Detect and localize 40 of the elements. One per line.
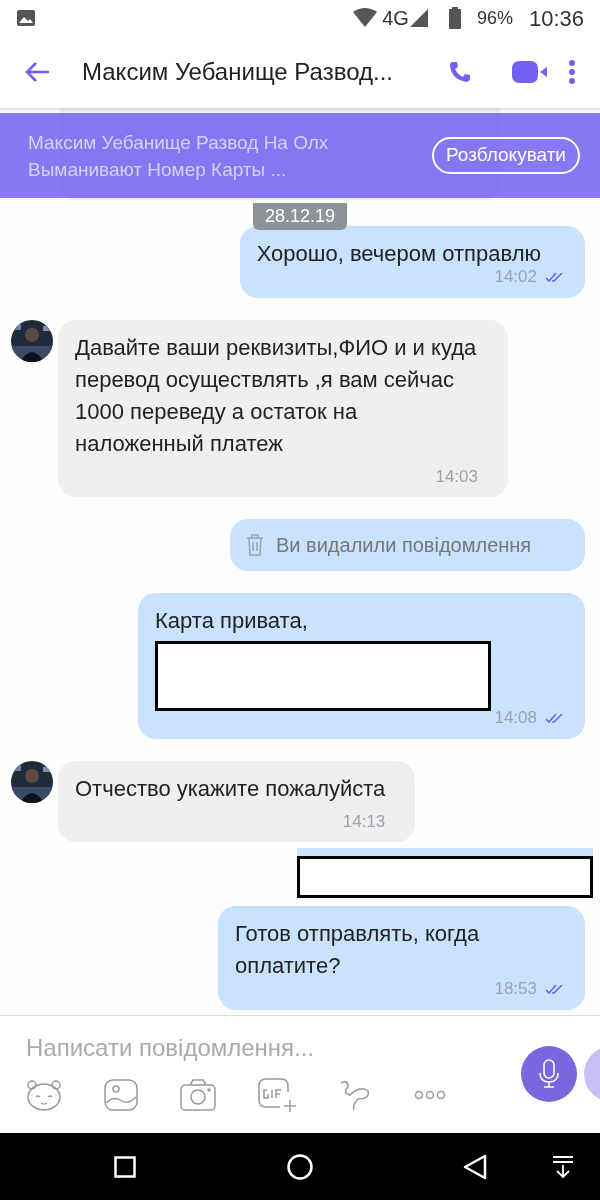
more-icon[interactable]	[414, 1090, 446, 1100]
picture-icon	[16, 8, 36, 28]
gif-icon[interactable]	[258, 1078, 296, 1112]
bear-sticker-icon[interactable]	[26, 1079, 62, 1111]
message-time: 14:02	[494, 266, 537, 288]
home-icon[interactable]	[287, 1153, 313, 1180]
message-text: Карта привата,	[155, 607, 309, 635]
clock: 10:36	[528, 4, 584, 33]
collapse-icon[interactable]	[552, 1154, 574, 1179]
phone-icon[interactable]	[448, 60, 472, 84]
message-time: 18:53	[494, 978, 537, 1000]
message-time: 14:03	[435, 465, 478, 488]
back-arrow-icon[interactable]	[24, 61, 50, 83]
more-options-icon[interactable]	[568, 59, 576, 85]
microphone-button[interactable]	[521, 1046, 577, 1102]
camera-icon[interactable]	[180, 1079, 216, 1111]
recent-apps-icon[interactable]	[114, 1155, 136, 1178]
wifi-icon	[352, 8, 379, 28]
message-text: Отчество укажите пожалуйста	[75, 774, 386, 803]
date-label: 28.12.19	[252, 203, 348, 230]
message-text: Давайте ваши реквизиты,ФИО и и куда перевод осуществлять ,я вам сейчас 1000 переведу а остаток на наложенный платеж	[75, 333, 478, 458]
deleted-message-text: Ви видалили повідомлення	[276, 533, 532, 558]
unblock-button[interactable]: Розблокувати	[432, 137, 580, 174]
doodle-icon[interactable]	[338, 1079, 372, 1111]
message-input[interactable]: Написати повідомлення...	[26, 1030, 506, 1066]
network-label: 4G	[382, 6, 409, 31]
message-text: Хорошо, вечером отправлю	[256, 240, 542, 268]
microphone-icon	[538, 1059, 560, 1089]
chat-title: Максим Уебанище Развод...	[82, 57, 393, 87]
message-time: 14:08	[494, 707, 537, 729]
battery-icon	[448, 7, 461, 29]
signal-icon	[408, 8, 429, 28]
video-camera-icon[interactable]	[512, 60, 548, 84]
back-icon[interactable]	[463, 1153, 487, 1180]
message-time: 14:13	[342, 810, 386, 833]
trash-icon	[246, 534, 264, 556]
image-icon[interactable]	[104, 1079, 138, 1111]
message-text: Готов отправлять, когда оплатите?	[235, 920, 481, 980]
banner-text: Максим Уебанище Развод На Олх Выманивают Номер Карты ...	[28, 130, 330, 182]
battery-level: 96%	[476, 6, 513, 30]
